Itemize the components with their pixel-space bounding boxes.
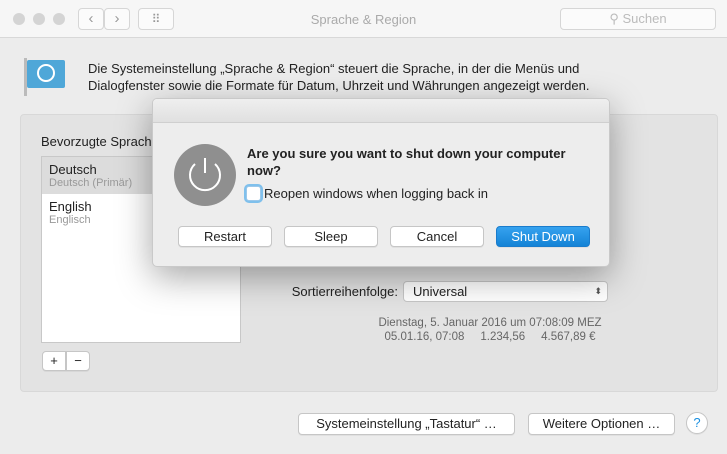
shutdown-dialog: Are you sure you want to shut down your …: [152, 98, 610, 267]
preview-formats: 05.01.16, 07:08 1.234,56 4.567,89 €: [370, 331, 610, 343]
help-button[interactable]: ?: [686, 412, 708, 434]
preview-number: 1.234,56: [480, 331, 526, 343]
cancel-button[interactable]: Cancel: [390, 226, 484, 247]
preview-date-short: 05.01.16, 07:08: [384, 331, 465, 343]
chevron-updown-icon: ⬍: [594, 286, 602, 296]
flag-icon: [24, 58, 66, 96]
title-bar: ‹ › ⠿ Sprache & Region ⚲ Suchen: [0, 0, 727, 38]
shut-down-button[interactable]: Shut Down: [496, 226, 590, 247]
add-language-button[interactable]: +: [42, 351, 66, 371]
preview-date-long: Dienstag, 5. Januar 2016 um 07:08:09 MEZ: [378, 317, 602, 329]
search-icon: ⚲: [609, 11, 623, 26]
sort-label: Sortierreihenfolge:: [291, 284, 398, 299]
more-options-button[interactable]: Weitere Optionen …: [528, 413, 675, 435]
remove-language-button[interactable]: −: [66, 351, 90, 371]
dialog-header: [153, 99, 609, 123]
search-placeholder: Suchen: [622, 11, 667, 26]
languages-label: Bevorzugte Sprachen:: [41, 134, 170, 149]
preview-currency: 4.567,89 €: [541, 331, 596, 343]
reopen-windows-checkbox[interactable]: [246, 186, 261, 201]
power-icon: [174, 144, 236, 206]
sort-value: Universal: [413, 284, 468, 299]
intro-text: Die Systemeinstellung „Sprache & Region“…: [88, 61, 590, 93]
search-input[interactable]: ⚲ Suchen: [560, 8, 716, 30]
sort-order-select[interactable]: Universal ⬍: [403, 281, 608, 302]
reopen-windows-label[interactable]: Reopen windows when logging back in: [264, 186, 488, 201]
restart-button[interactable]: Restart: [178, 226, 272, 247]
sleep-button[interactable]: Sleep: [284, 226, 378, 247]
keyboard-settings-button[interactable]: Systemeinstellung „Tastatur“ …: [298, 413, 515, 435]
dialog-message: Are you sure you want to shut down your …: [247, 146, 566, 178]
